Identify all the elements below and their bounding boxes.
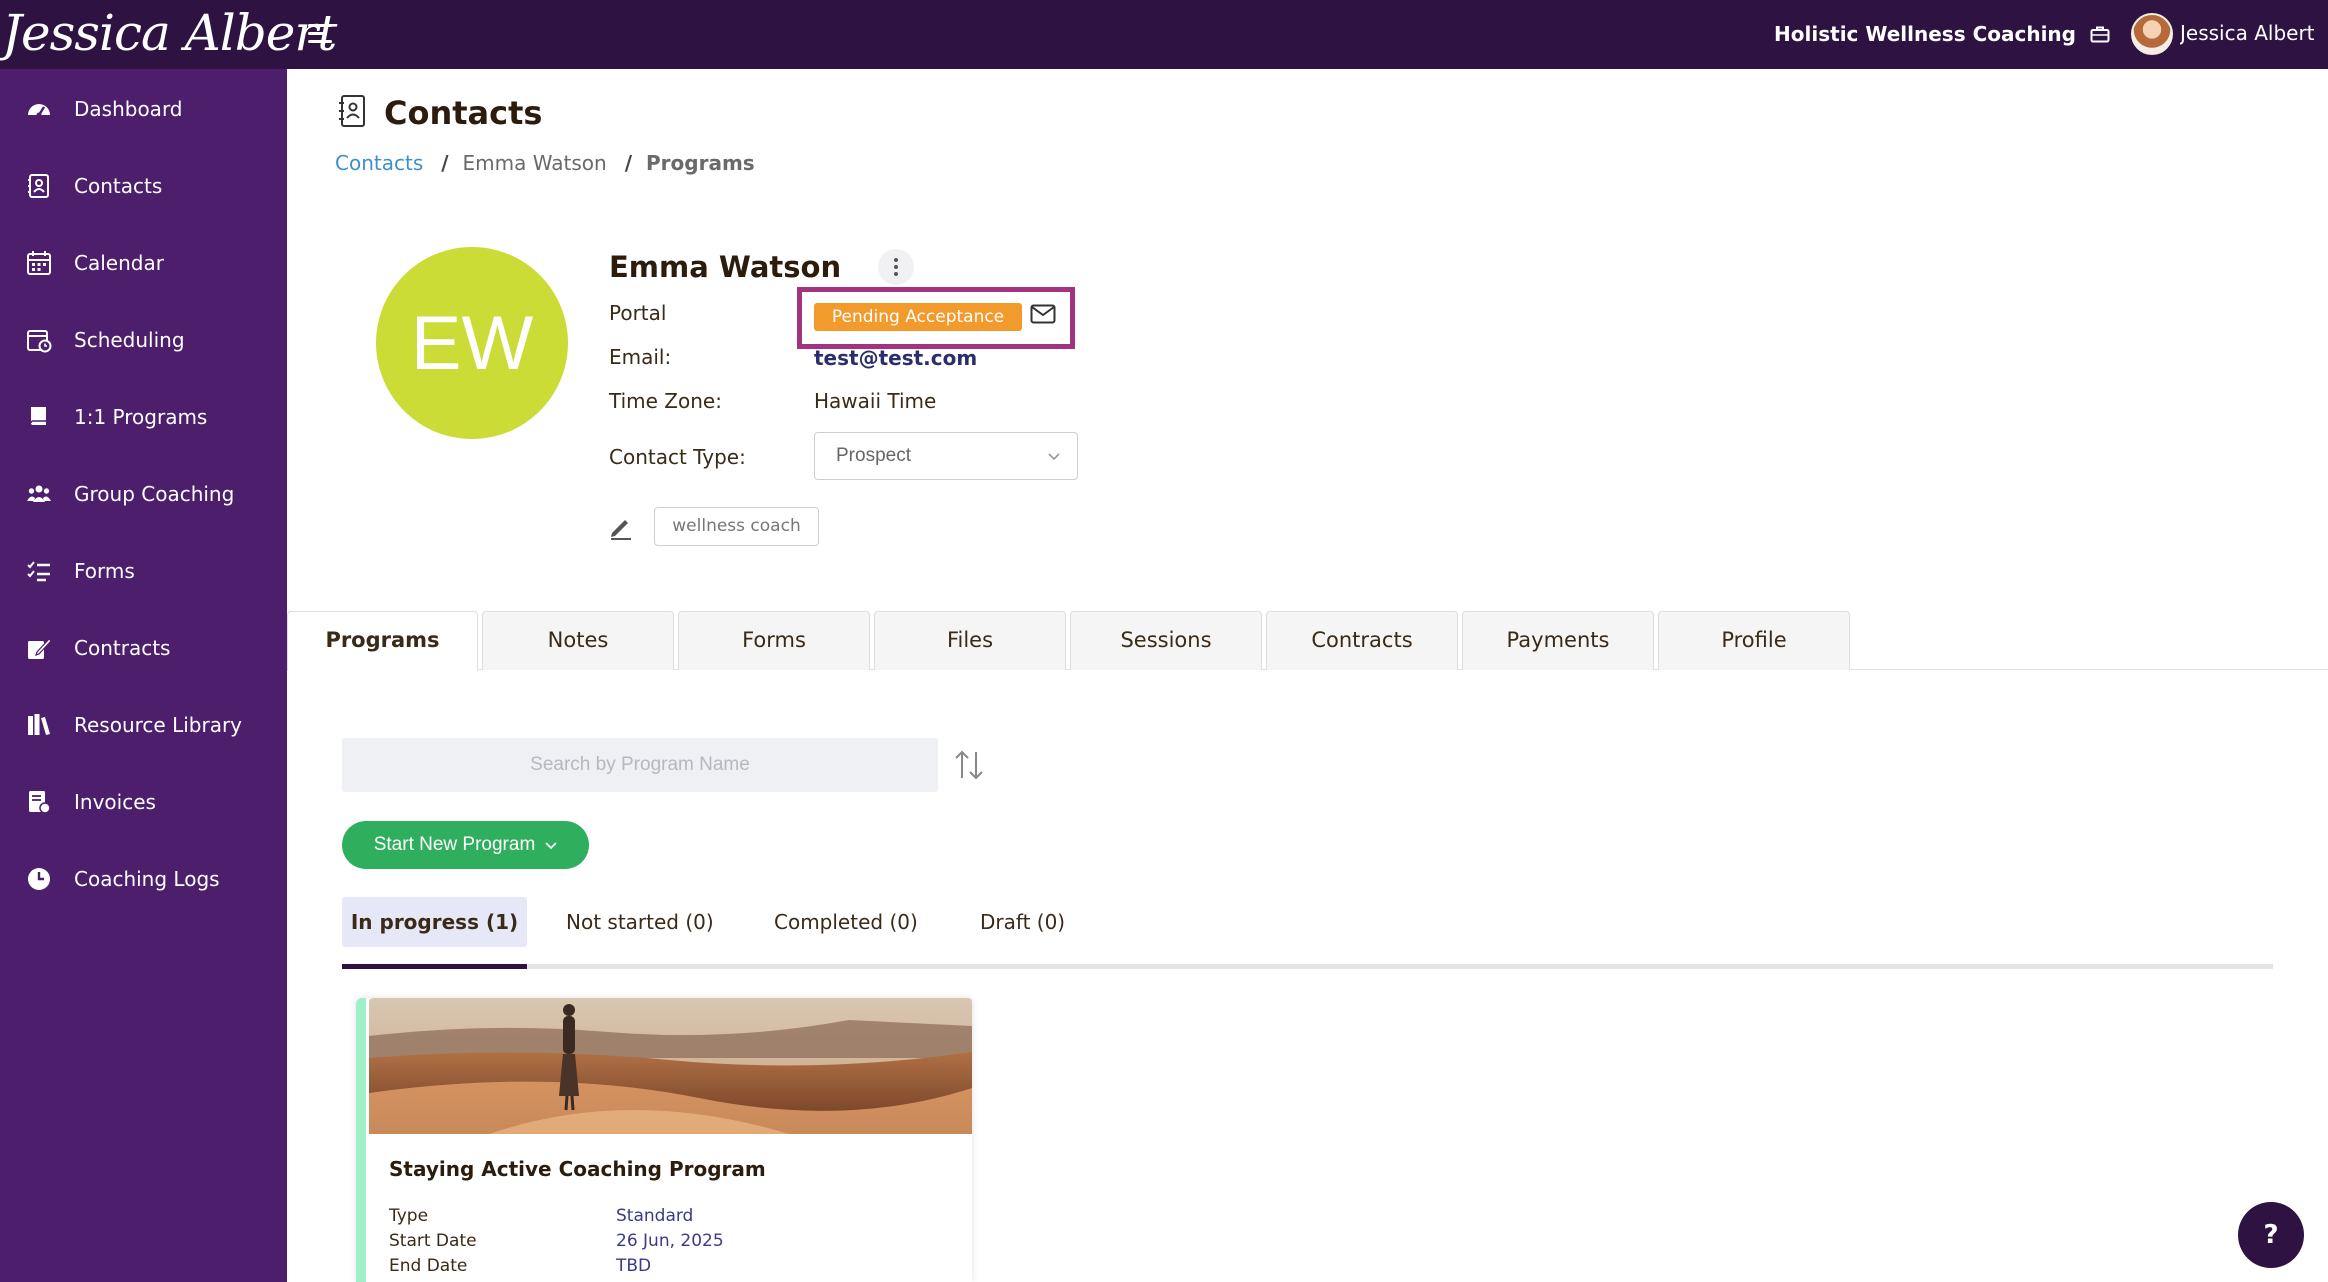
sidebar-item-contacts[interactable]: Contacts	[0, 158, 287, 214]
user-name[interactable]: Jessica Albert	[2180, 21, 2328, 45]
sidebar-item-calendar[interactable]: Calendar	[0, 235, 287, 291]
dashboard-icon	[28, 104, 50, 118]
program-cover-image	[369, 998, 972, 1134]
tab-files[interactable]: Files	[874, 611, 1066, 670]
logo[interactable]: Jessica Albert	[2, 0, 337, 69]
sidebar-item-label: Coaching Logs	[74, 867, 220, 891]
breadcrumb-contacts-link[interactable]: Contacts	[335, 151, 423, 175]
clock-icon	[28, 868, 50, 890]
breadcrumb-contact-link[interactable]: Emma Watson	[463, 151, 607, 175]
sidebar-item-resource-library[interactable]: Resource Library	[0, 697, 287, 753]
sidebar-item-label: Contracts	[74, 636, 171, 660]
menu-toggle-icon[interactable]	[308, 24, 332, 44]
tab-profile[interactable]: Profile	[1658, 611, 1850, 670]
breadcrumb-current: Programs	[646, 151, 755, 175]
program-type-value: Standard	[616, 1206, 694, 1226]
library-icon	[28, 714, 50, 735]
portal-status-badge: Pending Acceptance	[814, 303, 1022, 331]
contacts-book-icon	[339, 95, 365, 127]
subtab-not-started[interactable]: Not started (0)	[566, 897, 714, 947]
invoice-icon	[29, 791, 51, 814]
timezone-label: Time Zone:	[609, 389, 722, 413]
sidebar-item-label: 1:1 Programs	[74, 405, 208, 429]
subtabs-track	[342, 964, 2273, 969]
tab-programs[interactable]: Programs	[287, 611, 478, 671]
contact-name: Emma Watson	[609, 250, 842, 284]
help-button[interactable]: ?	[2238, 1202, 2304, 1268]
breadcrumb-separator: /	[441, 151, 449, 175]
sidebar-item-label: Forms	[74, 559, 135, 583]
more-options-icon[interactable]	[878, 249, 914, 285]
sidebar-item-label: Contacts	[74, 174, 163, 198]
sidebar-item-label: Invoices	[74, 790, 156, 814]
contacts-icon	[28, 174, 49, 198]
program-search-input[interactable]	[342, 738, 938, 792]
calendar-icon	[27, 251, 51, 275]
sidebar-item-group-coaching[interactable]: Group Coaching	[0, 466, 287, 522]
program-end-label: End Date	[389, 1256, 468, 1276]
sidebar-item-dashboard[interactable]: Dashboard	[0, 81, 287, 137]
book-icon	[30, 407, 46, 425]
timezone-value: Hawaii Time	[814, 389, 937, 413]
program-type-label: Type	[389, 1206, 429, 1226]
sidebar-item-scheduling[interactable]: Scheduling	[0, 312, 287, 368]
program-end-value: TBD	[616, 1256, 652, 1276]
sidebar-item-label: Dashboard	[74, 97, 183, 121]
contact-avatar: EW	[376, 247, 568, 439]
start-new-program-button[interactable]: Start New Program	[342, 821, 589, 869]
tab-notes[interactable]: Notes	[482, 611, 674, 670]
sidebar-item-label: Resource Library	[74, 713, 243, 737]
sort-icon[interactable]	[952, 748, 986, 782]
briefcase-icon[interactable]	[2090, 25, 2110, 43]
contract-sign-icon	[28, 638, 52, 659]
mail-icon[interactable]	[1030, 304, 1056, 324]
chevron-down-icon	[1048, 453, 1060, 461]
sidebar-item-programs[interactable]: 1:1 Programs	[0, 389, 287, 445]
contact-type-label: Contact Type:	[609, 445, 746, 469]
program-title[interactable]: Staying Active Coaching Program	[389, 1157, 766, 1181]
subtab-completed[interactable]: Completed (0)	[774, 897, 918, 947]
tab-contracts[interactable]: Contracts	[1266, 611, 1458, 670]
sidebar-item-label: Calendar	[74, 251, 164, 275]
tab-payments[interactable]: Payments	[1462, 611, 1654, 670]
forms-icon	[27, 561, 50, 582]
email-value[interactable]: test@test.com	[814, 346, 977, 370]
program-start-value: 26 Jun, 2025	[616, 1231, 724, 1251]
scheduling-icon	[27, 330, 52, 353]
group-icon	[27, 485, 51, 502]
contact-type-value: Prospect	[836, 445, 911, 466]
top-bar: Jessica Albert Holistic Wellness Coachin…	[0, 0, 2328, 69]
tag-chip[interactable]: wellness coach	[654, 507, 819, 546]
sidebar: Dashboard Contacts Calendar Scheduling 1…	[0, 69, 287, 1282]
page-title: Contacts	[384, 94, 543, 132]
chevron-down-icon	[545, 842, 557, 850]
breadcrumb: Contacts / Emma Watson / Programs	[335, 151, 755, 175]
user-avatar[interactable]	[2131, 13, 2173, 55]
contact-type-select[interactable]: Prospect	[814, 432, 1078, 480]
start-new-program-label: Start New Program	[373, 834, 536, 855]
sidebar-item-invoices[interactable]: Invoices	[0, 774, 287, 830]
sidebar-item-coaching-logs[interactable]: Coaching Logs	[0, 851, 287, 907]
tab-forms[interactable]: Forms	[678, 611, 870, 670]
sidebar-item-label: Scheduling	[74, 328, 185, 352]
email-label: Email:	[609, 345, 672, 369]
subtab-in-progress[interactable]: In progress (1)	[342, 897, 527, 947]
sidebar-item-contracts[interactable]: Contracts	[0, 620, 287, 676]
sidebar-item-forms[interactable]: Forms	[0, 543, 287, 599]
tab-sessions[interactable]: Sessions	[1070, 611, 1262, 670]
sidebar-item-label: Group Coaching	[74, 482, 235, 506]
program-start-label: Start Date	[389, 1231, 477, 1251]
business-name[interactable]: Holistic Wellness Coaching	[1774, 22, 2076, 46]
contact-initials: EW	[410, 300, 534, 386]
subtabs-active-indicator	[342, 964, 527, 969]
subtab-draft[interactable]: Draft (0)	[980, 897, 1065, 947]
breadcrumb-separator: /	[624, 151, 632, 175]
portal-label: Portal	[609, 301, 667, 325]
edit-tags-icon[interactable]	[608, 514, 634, 540]
